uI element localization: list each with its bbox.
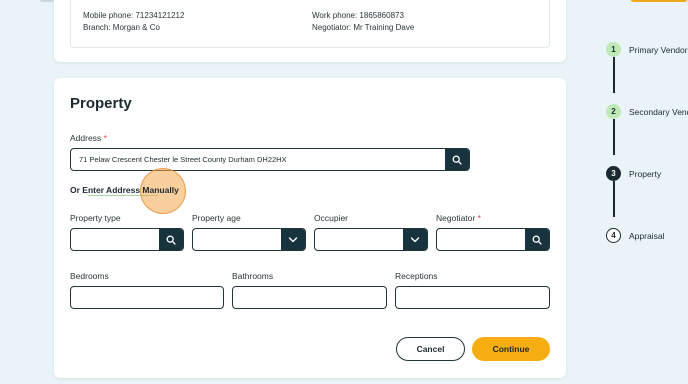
- continue-button[interactable]: Continue: [472, 337, 550, 361]
- top-left-decoration: [40, 0, 54, 2]
- negotiator-label: Negotiator *: [436, 213, 481, 223]
- cancel-button[interactable]: Cancel: [396, 337, 465, 361]
- vendor-details-box: Mobile phone: 71234121212 Branch: Morgan…: [70, 0, 550, 48]
- address-value: 71 Pelaw Crescent Chester le Street Coun…: [79, 155, 287, 164]
- step-number-1: 1: [606, 42, 621, 57]
- step-label-1: Primary Vendor: [629, 44, 688, 55]
- vendor-branch: Branch: Morgan & Co: [83, 23, 160, 32]
- address-input[interactable]: 71 Pelaw Crescent Chester le Street Coun…: [70, 148, 470, 171]
- receptions-label: Receptions: [395, 271, 438, 281]
- property-card: Property Address * 71 Pelaw Crescent Che…: [54, 78, 566, 378]
- bedrooms-input[interactable]: [70, 286, 224, 309]
- occupier-select[interactable]: [314, 228, 428, 251]
- property-age-dropdown-button[interactable]: [281, 229, 305, 250]
- step-property[interactable]: 3 Property: [606, 166, 661, 181]
- step-number-4: 4: [606, 228, 621, 243]
- step-label-2: Secondary Vendor: [629, 106, 688, 117]
- bathrooms-label: Bathrooms: [232, 271, 274, 281]
- property-type-input[interactable]: [70, 228, 184, 251]
- bedrooms-label: Bedrooms: [70, 271, 109, 281]
- step-connector-1: [613, 57, 615, 93]
- negotiator-required-mark: *: [477, 213, 481, 223]
- vendor-summary-card: Mobile phone: 71234121212 Branch: Morgan…: [54, 0, 566, 62]
- step-primary-vendor[interactable]: 1 Primary Vendor: [606, 42, 688, 57]
- address-search-button[interactable]: [445, 149, 469, 170]
- step-appraisal[interactable]: 4 Appraisal: [606, 228, 664, 243]
- vendor-negotiator: Negotiator: Mr Training Dave: [312, 23, 415, 32]
- step-number-3: 3: [606, 166, 621, 181]
- chevron-down-icon: [288, 236, 298, 242]
- step-number-2: 2: [606, 104, 621, 119]
- step-label-4: Appraisal: [629, 230, 665, 241]
- address-label: Address *: [70, 133, 107, 143]
- negotiator-input[interactable]: [436, 228, 550, 251]
- property-type-label: Property type: [70, 213, 121, 223]
- property-title: Property: [70, 95, 132, 112]
- top-accent-bar: [630, 0, 688, 2]
- property-age-label: Property age: [192, 213, 241, 223]
- occupier-dropdown-button[interactable]: [403, 229, 427, 250]
- bathrooms-input[interactable]: [232, 286, 387, 309]
- chevron-down-icon: [410, 236, 420, 242]
- vendor-mobile-phone: Mobile phone: 71234121212: [83, 11, 185, 20]
- search-icon: [532, 235, 542, 245]
- vendor-work-phone: Work phone: 1865860873: [312, 11, 404, 20]
- address-label-text: Address: [70, 133, 102, 143]
- step-secondary-vendor[interactable]: 2 Secondary Vendor: [606, 104, 688, 119]
- step-connector-2: [613, 119, 615, 155]
- receptions-input[interactable]: [395, 286, 550, 309]
- property-age-select[interactable]: [192, 228, 306, 251]
- step-label-3: Property: [629, 168, 662, 179]
- negotiator-label-text: Negotiator: [436, 213, 476, 223]
- search-icon: [166, 235, 176, 245]
- search-icon: [452, 155, 462, 165]
- occupier-label: Occupier: [314, 213, 349, 223]
- step-connector-3: [613, 181, 615, 217]
- address-required-mark: *: [103, 133, 107, 143]
- enter-address-manually-link[interactable]: Or Enter Address Manually: [70, 185, 179, 195]
- negotiator-search-button[interactable]: [525, 229, 549, 250]
- property-type-search-button[interactable]: [159, 229, 183, 250]
